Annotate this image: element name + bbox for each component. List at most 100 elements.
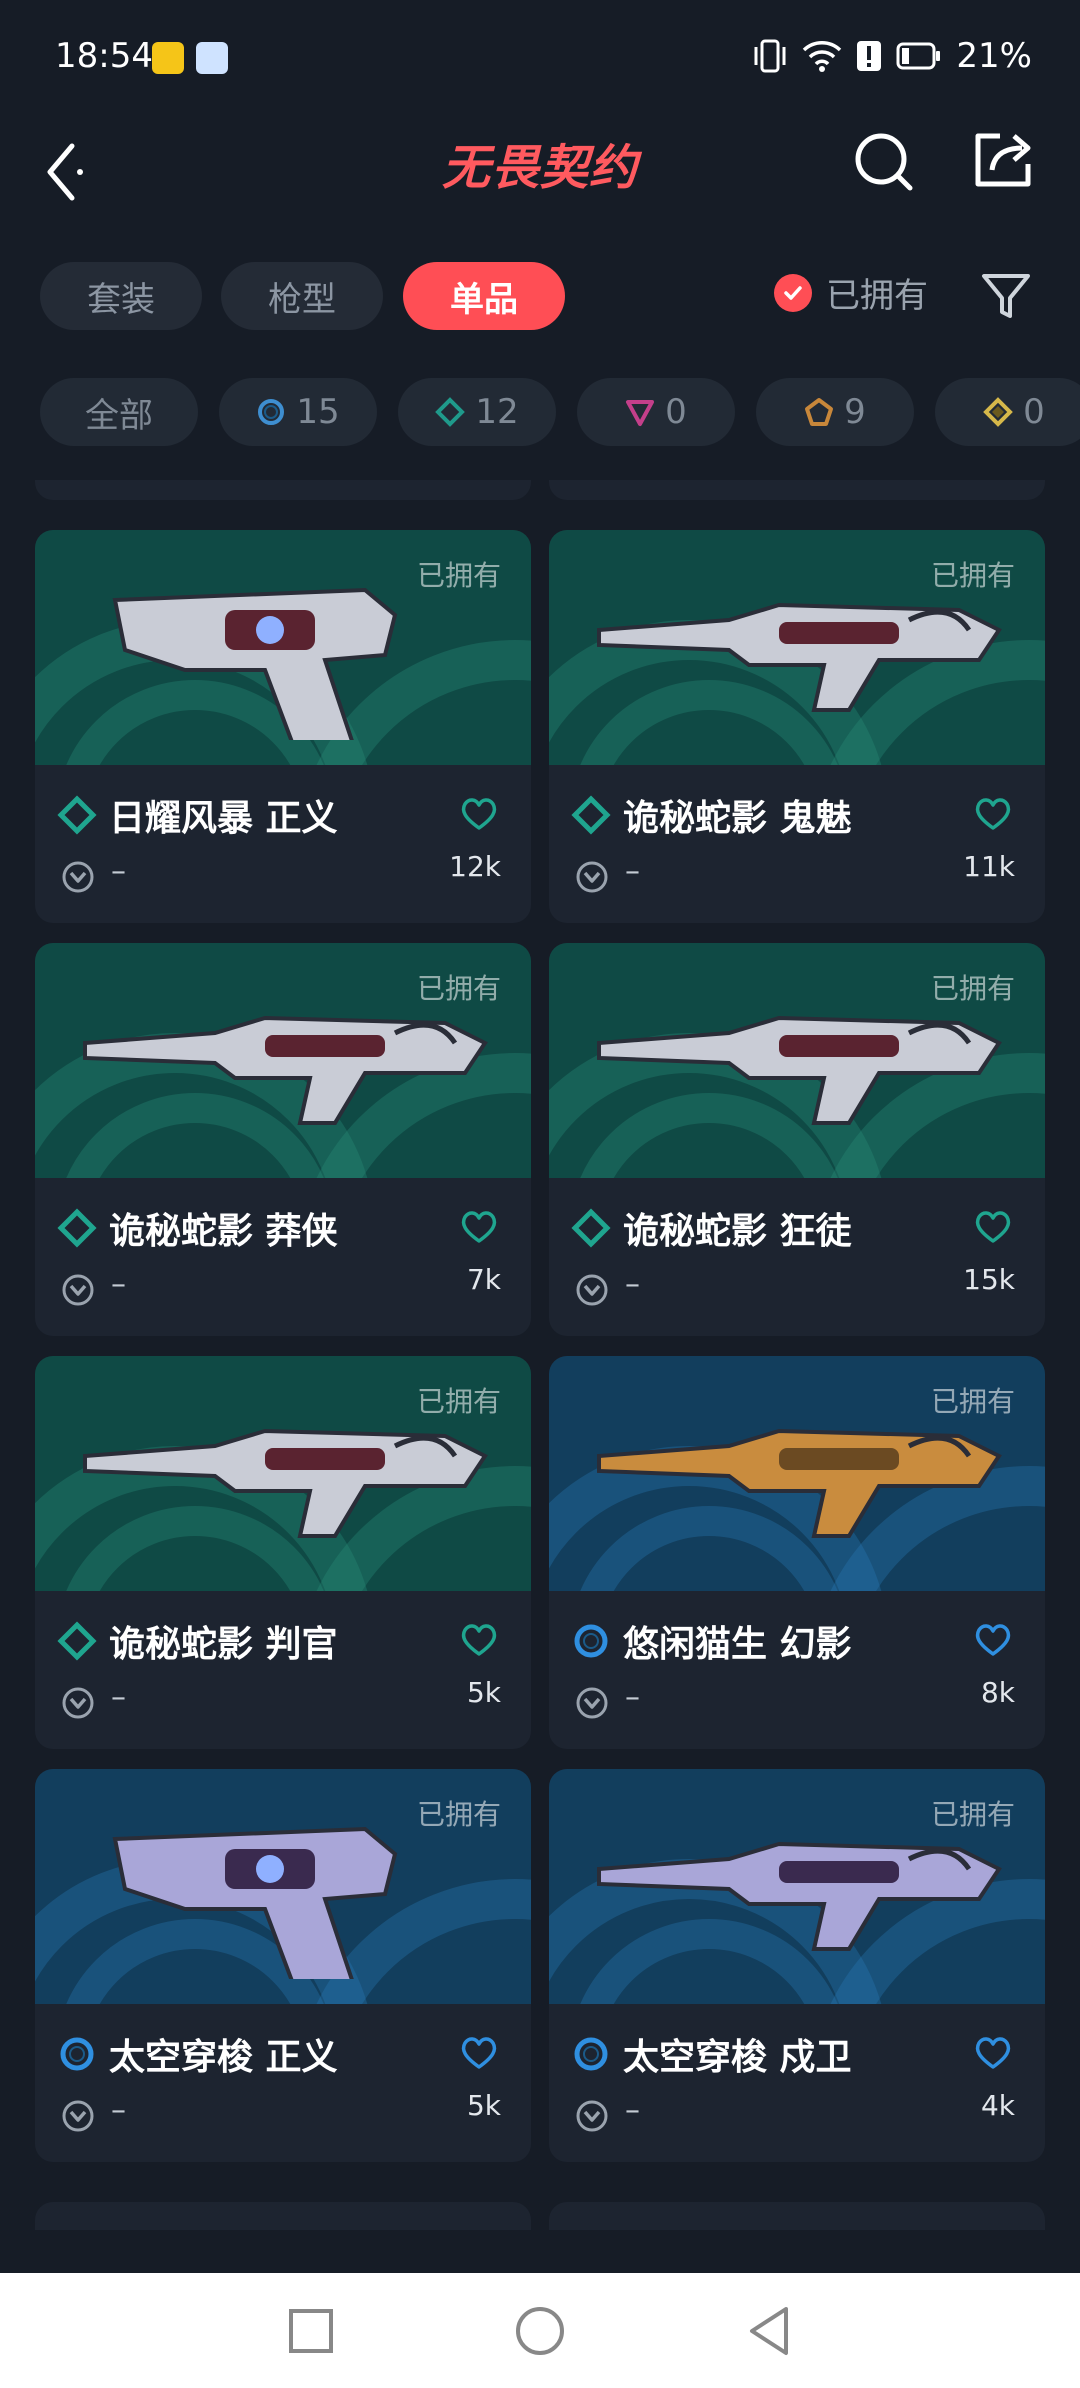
deluxe-tier-icon bbox=[571, 795, 611, 835]
partial-card[interactable] bbox=[549, 480, 1045, 500]
skin-image: 已拥有 bbox=[549, 943, 1045, 1178]
premium-tier-icon bbox=[626, 400, 655, 426]
deluxe-tier-icon bbox=[435, 397, 466, 427]
skin-name: 诡秘蛇影 莽侠 bbox=[109, 1211, 338, 1252]
level-icon bbox=[62, 1274, 94, 1306]
skin-name-row: 诡秘蛇影 莽侠 bbox=[57, 1203, 517, 1253]
chip-deluxe-tier[interactable]: 12 bbox=[398, 378, 556, 446]
heart-icon[interactable] bbox=[459, 1207, 499, 1247]
battery-percent: 21% bbox=[956, 36, 1032, 76]
chip-exclusive-tier[interactable]: 9 bbox=[756, 378, 914, 446]
tab-weapon-type[interactable]: 枪型 bbox=[221, 262, 383, 330]
skin-name-row: 太空穿梭 正义 bbox=[57, 2029, 517, 2079]
like-count: 5k bbox=[466, 2089, 501, 2122]
skin-name-row: 诡秘蛇影 判官 bbox=[57, 1616, 517, 1666]
skin-card[interactable]: 已拥有 诡秘蛇影 鬼魅 11k – bbox=[549, 530, 1045, 923]
heart-icon[interactable] bbox=[459, 794, 499, 834]
heart-icon[interactable] bbox=[973, 1620, 1013, 1660]
skin-image: 已拥有 bbox=[549, 530, 1045, 765]
back-button[interactable] bbox=[38, 132, 98, 212]
skin-card[interactable]: 已拥有 悠闲猫生 幻影 8k – bbox=[549, 1356, 1045, 1749]
level-icon bbox=[62, 861, 94, 893]
level-icon bbox=[576, 1274, 608, 1306]
status-time: 18:54 bbox=[55, 36, 153, 76]
heart-icon[interactable] bbox=[459, 1620, 499, 1660]
select-tier-icon bbox=[60, 2037, 94, 2071]
share-icon[interactable] bbox=[970, 124, 1040, 194]
status-bar: 18:54 21% bbox=[0, 0, 1080, 110]
category-tabs: 套装 枪型 单品 已拥有 bbox=[0, 262, 1080, 332]
select-tier-icon bbox=[574, 1624, 608, 1658]
owned-tag: 已拥有 bbox=[930, 972, 1015, 1005]
skin-name: 太空穿梭 正义 bbox=[109, 2037, 338, 2078]
chip-ultra-tier[interactable]: 0 bbox=[935, 378, 1080, 446]
rarity-filter-row: 全部 15 12 0 9 0 bbox=[0, 378, 1080, 448]
skin-name-row: 诡秘蛇影 鬼魅 bbox=[571, 790, 1031, 840]
skin-name-row: 太空穿梭 戍卫 bbox=[571, 2029, 1031, 2079]
select-tier-icon bbox=[574, 2037, 608, 2071]
chip-premium-tier[interactable]: 0 bbox=[577, 378, 735, 446]
skin-image: 已拥有 bbox=[35, 1356, 531, 1591]
skin-card[interactable]: 已拥有 日耀风暴 正义 12k – bbox=[35, 530, 531, 923]
deluxe-tier-icon bbox=[57, 795, 97, 835]
app-header: 无畏契约 bbox=[0, 110, 1080, 240]
check-icon bbox=[774, 273, 812, 312]
filter-icon[interactable] bbox=[978, 268, 1034, 324]
tab-single-item[interactable]: 单品 bbox=[403, 262, 565, 330]
app-notification-icon bbox=[152, 42, 184, 74]
partial-card[interactable] bbox=[35, 2202, 531, 2230]
recents-button[interactable] bbox=[283, 2303, 339, 2359]
skin-name: 诡秘蛇影 鬼魅 bbox=[623, 798, 852, 839]
deluxe-tier-icon bbox=[57, 1208, 97, 1248]
owned-filter-label: 已拥有 bbox=[826, 276, 928, 316]
status-indicators: 21% bbox=[752, 36, 1032, 76]
heart-icon[interactable] bbox=[973, 794, 1013, 834]
level-value: – bbox=[111, 2093, 126, 2128]
skin-card[interactable]: 已拥有 诡秘蛇影 莽侠 7k – bbox=[35, 943, 531, 1336]
chat-notification-icon bbox=[196, 42, 228, 74]
deluxe-tier-icon bbox=[57, 1621, 97, 1661]
back-nav-button[interactable] bbox=[742, 2303, 798, 2359]
level-value: – bbox=[625, 1680, 640, 1715]
chip-all[interactable]: 全部 bbox=[40, 378, 198, 446]
skin-name: 日耀风暴 正义 bbox=[109, 798, 338, 839]
level-value: – bbox=[111, 1267, 126, 1302]
alert-icon bbox=[857, 41, 882, 71]
level-icon bbox=[576, 1687, 608, 1719]
like-count: 4k bbox=[980, 2089, 1015, 2122]
chip-select-tier[interactable]: 15 bbox=[219, 378, 377, 446]
tab-set[interactable]: 套装 bbox=[40, 262, 202, 330]
skin-card[interactable]: 已拥有 诡秘蛇影 判官 5k – bbox=[35, 1356, 531, 1749]
owned-tag: 已拥有 bbox=[416, 1798, 501, 1831]
skin-card[interactable]: 已拥有太空穿梭 正义 5k – bbox=[35, 1769, 531, 2162]
level-value: – bbox=[111, 1680, 126, 1715]
like-count: 7k bbox=[466, 1263, 501, 1296]
chip-label: 全部 bbox=[85, 395, 153, 436]
skin-image: 已拥有 bbox=[549, 1769, 1045, 2004]
skin-card[interactable]: 已拥有 诡秘蛇影 狂徒 15k – bbox=[549, 943, 1045, 1336]
owned-tag: 已拥有 bbox=[930, 1798, 1015, 1831]
page-title: 无畏契约 bbox=[441, 140, 639, 196]
chip-label: 9 bbox=[844, 392, 866, 432]
level-value: – bbox=[625, 854, 640, 889]
home-button[interactable] bbox=[512, 2303, 568, 2359]
heart-icon[interactable] bbox=[973, 1207, 1013, 1247]
ultra-tier-icon bbox=[983, 397, 1014, 427]
level-icon bbox=[62, 2100, 94, 2132]
partial-card[interactable] bbox=[549, 2202, 1045, 2230]
search-icon[interactable] bbox=[850, 126, 920, 196]
owned-tag: 已拥有 bbox=[930, 559, 1015, 592]
skin-card[interactable]: 已拥有 太空穿梭 戍卫 4k – bbox=[549, 1769, 1045, 2162]
owned-filter-toggle[interactable]: 已拥有 bbox=[774, 268, 928, 317]
heart-icon[interactable] bbox=[973, 2033, 1013, 2073]
heart-icon[interactable] bbox=[459, 2033, 499, 2073]
wifi-icon bbox=[803, 41, 842, 72]
like-count: 12k bbox=[449, 850, 501, 883]
deluxe-tier-icon bbox=[571, 1208, 611, 1248]
partial-card[interactable] bbox=[35, 480, 531, 500]
system-nav-bar bbox=[0, 2273, 1080, 2388]
owned-tag: 已拥有 bbox=[416, 1385, 501, 1418]
skin-name-row: 诡秘蛇影 狂徒 bbox=[571, 1203, 1031, 1253]
skin-name: 太空穿梭 戍卫 bbox=[623, 2037, 852, 2078]
owned-tag: 已拥有 bbox=[416, 559, 501, 592]
